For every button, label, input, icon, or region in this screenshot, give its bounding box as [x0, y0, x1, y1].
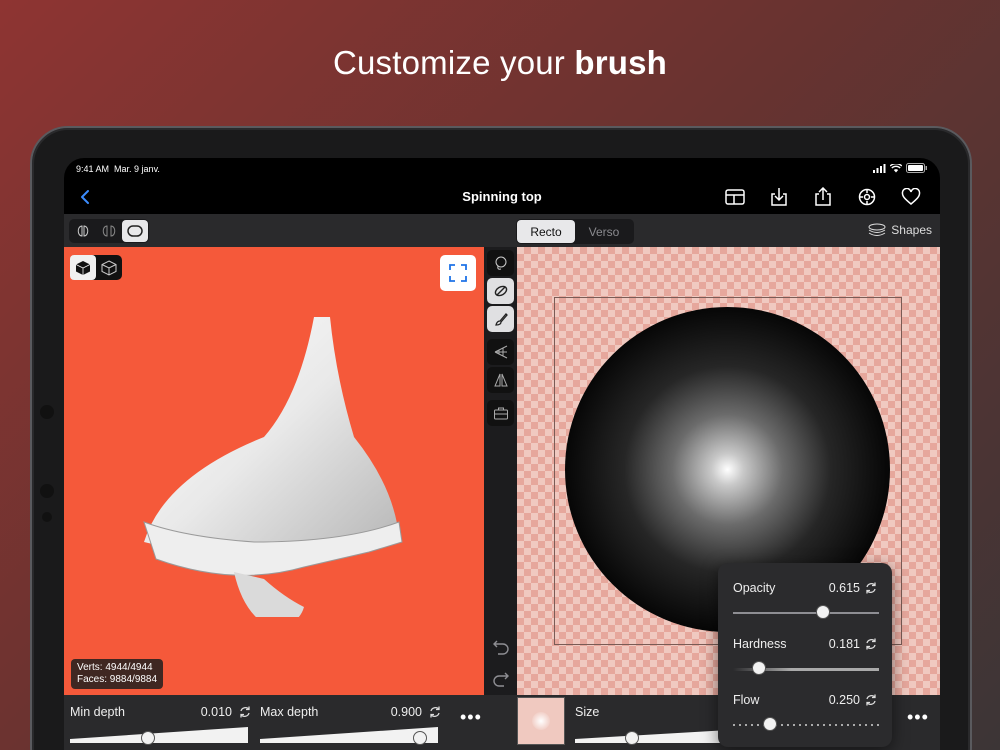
- camera-dot: [40, 405, 54, 419]
- flow-label: Flow: [733, 693, 760, 707]
- fullscreen-icon[interactable]: [440, 255, 476, 291]
- hardness-control: Hardness 0.181: [718, 619, 892, 675]
- shapes-label: Shapes: [891, 223, 932, 237]
- hardness-slider-knob[interactable]: [752, 661, 767, 675]
- opacity-value: 0.615: [828, 581, 860, 595]
- max-depth-value: 0.900: [390, 705, 422, 719]
- reset-icon[interactable]: [864, 693, 878, 707]
- hardness-label: Hardness: [733, 637, 787, 651]
- opacity-control: Opacity 0.615: [718, 563, 892, 619]
- settings-icon[interactable]: [852, 185, 882, 209]
- mirror-off-icon[interactable]: [122, 220, 148, 242]
- gradient-tool-icon[interactable]: [487, 339, 514, 365]
- brush-settings-popover: Opacity 0.615 Hardness 0.181 Flow 0.250: [718, 563, 892, 747]
- camera-dot: [42, 512, 52, 522]
- tab-recto[interactable]: Recto: [517, 220, 575, 243]
- min-depth-slider-track[interactable]: [70, 725, 248, 745]
- max-depth-label: Max depth: [260, 705, 319, 719]
- layout-icon[interactable]: [720, 185, 750, 209]
- flow-slider-knob[interactable]: [762, 717, 777, 731]
- wifi-icon: [890, 163, 902, 172]
- symmetry-tool-icon[interactable]: [487, 367, 514, 393]
- reset-icon[interactable]: [864, 637, 878, 651]
- camera-dot: [40, 484, 54, 498]
- status-icons: [873, 163, 928, 173]
- headline: Customize your brush: [0, 44, 1000, 82]
- hardness-value: 0.181: [828, 637, 860, 651]
- spinning-top-model: [143, 317, 403, 617]
- mirror-vertical-icon[interactable]: [70, 220, 96, 242]
- max-depth-control: Max depth 0.900: [254, 695, 444, 750]
- min-depth-value: 0.010: [200, 705, 232, 719]
- heart-icon[interactable]: [896, 185, 926, 209]
- toolbox-icon[interactable]: [487, 400, 514, 426]
- flow-control: Flow 0.250: [718, 675, 892, 731]
- undo-icon[interactable]: [492, 639, 510, 657]
- battery-icon: [906, 163, 927, 173]
- redo-icon[interactable]: [492, 671, 510, 689]
- share-icon[interactable]: [808, 185, 838, 209]
- more-options-button[interactable]: •••: [460, 707, 482, 728]
- headline-text: Customize your: [332, 44, 575, 81]
- shapes-button[interactable]: Shapes: [867, 223, 932, 237]
- opacity-slider-knob[interactable]: [815, 605, 830, 619]
- solid-cube-icon[interactable]: [70, 255, 96, 280]
- flow-value: 0.250: [828, 693, 860, 707]
- tab-verso[interactable]: Verso: [575, 220, 633, 243]
- verts-count: Verts: 4944/4944: [77, 662, 153, 673]
- faces-count: Faces: 9884/9884: [77, 674, 158, 685]
- signal-icon: [873, 163, 886, 173]
- wireframe-cube-icon[interactable]: [96, 255, 122, 280]
- flow-slider-track[interactable]: [733, 724, 879, 726]
- lasso-tool-icon[interactable]: [487, 250, 514, 276]
- 3d-viewport[interactable]: Verts: 4944/4944 Faces: 9884/9884: [64, 247, 484, 695]
- symmetry-segmented-control: [69, 219, 149, 243]
- size-label: Size: [575, 705, 600, 719]
- status-bar: 9:41 AM Mar. 9 janv.: [64, 158, 940, 180]
- opacity-slider-track[interactable]: [733, 612, 879, 614]
- brush-tool-icon[interactable]: [487, 278, 514, 304]
- min-depth-control: Min depth 0.010: [64, 695, 254, 750]
- more-options-button[interactable]: •••: [907, 707, 929, 728]
- tool-column: [484, 247, 517, 695]
- mesh-stats: Verts: 4944/4944 Faces: 9884/9884: [71, 659, 164, 689]
- download-icon[interactable]: [764, 185, 794, 209]
- reset-icon[interactable]: [238, 705, 252, 719]
- view-mode-toggle: [70, 255, 122, 280]
- side-segmented-control: Recto Verso: [516, 219, 634, 244]
- navigation-bar: Spinning top: [64, 180, 940, 214]
- opacity-label: Opacity: [733, 581, 776, 595]
- headline-bold: brush: [574, 44, 668, 81]
- max-depth-slider-track[interactable]: [260, 725, 438, 745]
- reset-icon[interactable]: [864, 581, 878, 595]
- top-toolbar: Recto Verso Shapes: [64, 214, 940, 247]
- brush-thumbnail[interactable]: [517, 697, 565, 745]
- status-time: 9:41 AM Mar. 9 janv.: [76, 164, 160, 174]
- reset-icon[interactable]: [428, 705, 442, 719]
- mirror-horizontal-icon[interactable]: [96, 220, 122, 242]
- paintbrush-icon[interactable]: [487, 306, 514, 332]
- min-depth-label: Min depth: [70, 705, 125, 719]
- layers-icon: [868, 223, 886, 236]
